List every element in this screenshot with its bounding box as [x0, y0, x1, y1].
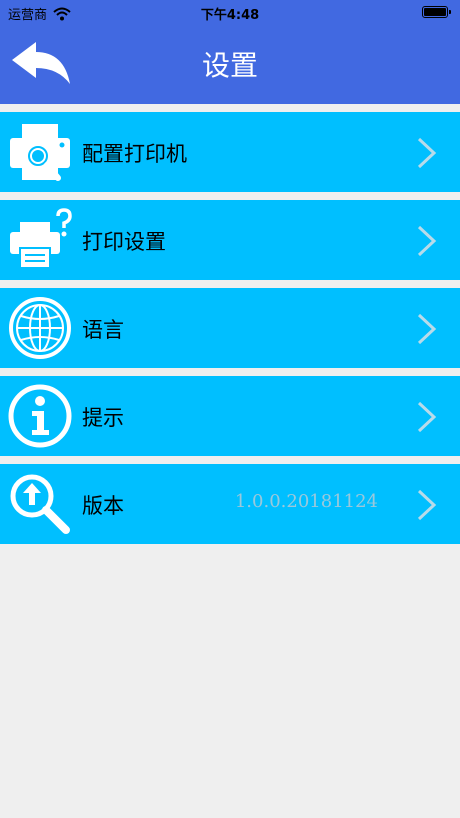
info-icon: [8, 384, 72, 448]
chevron-right-icon: [417, 313, 437, 345]
chevron-right-icon: [417, 489, 437, 521]
battery-fill: [424, 8, 446, 16]
header: 运营商 下午4:48 设置: [0, 0, 460, 104]
menu-item-label: 打印设置: [82, 230, 166, 254]
page-title: 设置: [201, 49, 258, 82]
menu-item-tips[interactable]: 提示: [0, 376, 460, 456]
settings-menu: 配置打印机 打印设置 语言 提示 版本 1.0.0.20181124: [0, 112, 460, 552]
menu-item-label: 配置打印机: [82, 142, 187, 166]
menu-item-label: 语言: [82, 318, 124, 342]
status-time: 下午4:48: [200, 8, 260, 23]
menu-item-version[interactable]: 版本 1.0.0.20181124: [0, 464, 460, 544]
menu-item-label: 提示: [82, 406, 124, 430]
menu-item-label: 版本: [82, 494, 124, 518]
menu-item-language[interactable]: 语言: [0, 288, 460, 368]
printer-search-icon: [10, 124, 70, 181]
version-value: 1.0.0.20181124: [234, 491, 378, 512]
update-search-icon: [10, 474, 70, 534]
battery-icon: [422, 6, 451, 18]
chevron-right-icon: [417, 401, 437, 433]
chevron-right-icon: [417, 137, 437, 169]
chevron-right-icon: [417, 225, 437, 257]
globe-icon: [9, 297, 71, 359]
menu-item-print-settings[interactable]: 打印设置: [0, 200, 460, 280]
printer-question-icon: [10, 208, 72, 269]
menu-item-configure-printer[interactable]: 配置打印机: [0, 112, 460, 192]
status-bar: 运营商 下午4:48: [0, 0, 460, 24]
